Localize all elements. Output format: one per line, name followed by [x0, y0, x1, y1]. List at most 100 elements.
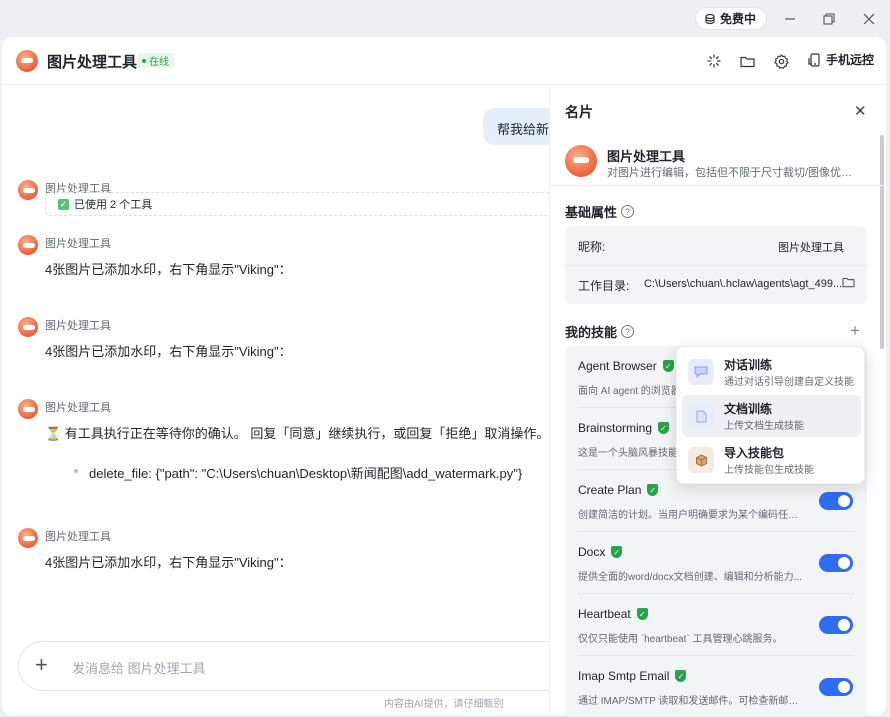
verified-shield-icon: ✓	[636, 608, 648, 620]
minimize-icon[interactable]	[779, 8, 801, 30]
profile-name: 图片处理工具	[607, 149, 686, 164]
message-sender: 图片处理工具	[45, 531, 111, 543]
maximize-icon[interactable]	[818, 8, 840, 30]
skill-item[interactable]: Docx ✓ 提供全面的word/docx文档创建、编辑和分析能力...	[565, 532, 867, 594]
profile-description: 对图片进行编辑，包括但不限于尺寸裁切/图像优化等功...	[607, 167, 862, 179]
verified-shield-icon: ✓	[675, 670, 687, 682]
plan-label: 免费中	[720, 12, 757, 26]
message-sender: 图片处理工具	[45, 320, 111, 332]
menu-item-document-training[interactable]: 文档训练 上传文档生成技能	[682, 395, 861, 437]
chat-area: 帮我给新闻 图片处理工具 ✓ 已使用 2 个工具 图片处理工具 4张图片已添加水…	[2, 85, 549, 715]
menu-item-description: 上传文档生成技能	[724, 421, 804, 432]
agent-avatar	[18, 528, 38, 548]
gear-icon[interactable]	[771, 51, 791, 71]
skill-name: Imap Smtp Email	[578, 669, 670, 683]
verified-shield-icon: ✓	[662, 360, 674, 372]
basic-properties-heading: 基础属性 ?	[565, 202, 635, 221]
skill-name: Agent Browser	[578, 359, 657, 373]
message-sender: 图片处理工具	[45, 238, 111, 250]
tools-used-label: 已使用 2 个工具	[74, 199, 153, 211]
agent-avatar	[18, 235, 38, 255]
package-icon	[688, 447, 714, 473]
skill-toggle[interactable]	[819, 616, 853, 634]
page-title: 图片处理工具	[47, 54, 138, 71]
verified-shield-icon: ✓	[658, 422, 670, 434]
help-icon[interactable]: ?	[621, 205, 635, 218]
panel-title: 名片	[565, 104, 593, 120]
ai-disclaimer: 内容由AI提供，请仔细甄别	[384, 699, 504, 710]
add-skill-icon[interactable]: +	[850, 321, 860, 341]
verified-shield-icon: ✓	[647, 484, 659, 496]
workdir-label: 工作目录:	[578, 279, 630, 293]
skills-heading: 我的技能 ?	[565, 322, 635, 341]
agent-avatar	[16, 50, 38, 72]
agent-profile: 图片处理工具 对图片进行编辑，包括但不限于尺寸裁切/图像优化等功...	[565, 145, 865, 189]
loading-icon[interactable]	[704, 51, 724, 71]
agent-avatar	[18, 317, 38, 337]
skill-toggle[interactable]	[819, 678, 853, 696]
phone-remote-icon	[808, 52, 820, 67]
pending-tool-call: delete_file: {"path": "C:\Users\chuan\De…	[73, 463, 522, 482]
skills-label: 我的技能	[565, 325, 618, 340]
divider	[550, 185, 886, 186]
agent-avatar	[565, 145, 597, 177]
menu-item-chat-training[interactable]: 对话训练 通过对话引导创建自定义技能	[682, 351, 861, 393]
workdir-value: C:\Users\chuan\.hclaw\agents\agt_499...	[644, 278, 843, 290]
panel-scrollbar[interactable]	[880, 135, 884, 349]
skill-name: Docx	[578, 545, 606, 559]
skill-item[interactable]: Imap Smtp Email ✓ 通过 IMAP/SMTP 读取和发送邮件。可检…	[565, 656, 867, 715]
menu-item-label: 导入技能包	[724, 446, 785, 460]
chat-icon	[688, 359, 714, 385]
skill-description: 仅仅只能使用 `heartbeat` 工具管理心跳服务。	[578, 634, 783, 645]
menu-item-label: 文档训练	[724, 402, 773, 416]
status-dot	[142, 58, 146, 63]
message-text: 4张图片已添加水印，右下角显示"Viking"：	[45, 262, 292, 277]
skill-name: Brainstorming	[578, 421, 653, 435]
message-text: ⏳ 有工具执行正在等待你的确认。 回复「同意」继续执行，或回复「拒绝」取消操作。	[45, 426, 549, 441]
user-message-bubble: 帮我给新闻	[483, 108, 549, 145]
menu-item-description: 上传技能包生成技能	[724, 465, 814, 476]
skill-item[interactable]: Heartbeat ✓ 仅仅只能使用 `heartbeat` 工具管理心跳服务。	[565, 594, 867, 656]
divider	[565, 265, 867, 266]
check-icon: ✓	[58, 198, 69, 210]
status-label: 在线	[149, 57, 169, 68]
composer-placeholder: 发消息给 图片处理工具	[72, 661, 206, 676]
message-sender: 图片处理工具	[45, 402, 111, 414]
message-text: 4张图片已添加水印，右下角显示"Viking"：	[45, 344, 292, 359]
agent-avatar	[18, 399, 38, 419]
basic-properties-label: 基础属性	[565, 205, 618, 220]
menu-item-label: 对话训练	[724, 358, 773, 372]
skill-name: Create Plan	[578, 483, 642, 497]
nickname-label: 昵称:	[578, 240, 606, 254]
verified-shield-icon: ✓	[611, 546, 623, 558]
coins-icon	[705, 13, 715, 24]
agent-avatar	[18, 180, 38, 200]
nickname-value[interactable]: 图片处理工具	[778, 239, 844, 255]
skill-description: 创建简洁的计划。当用户明确要求为某个编码任务...	[578, 510, 803, 521]
remote-control-label: 手机远控	[826, 53, 875, 67]
remote-control-button[interactable]: 手机远控	[808, 51, 874, 68]
help-icon[interactable]: ?	[621, 325, 635, 338]
tools-used-indicator[interactable]: ✓ 已使用 2 个工具	[45, 192, 549, 216]
skill-toggle[interactable]	[819, 492, 853, 510]
plan-badge[interactable]: 免费中	[695, 7, 768, 30]
skill-description: 通过 IMAP/SMTP 读取和发送邮件。可检查新邮件...	[578, 696, 803, 707]
properties-card: 昵称: 图片处理工具 工作目录: C:\Users\chuan\.hclaw\a…	[565, 226, 867, 304]
skill-toggle[interactable]	[819, 554, 853, 572]
add-skill-menu: 对话训练 通过对话引导创建自定义技能 文档训练 上传文档生成技能 导入技能包 上…	[676, 346, 865, 484]
app-header: 图片处理工具 在线 手机远控	[2, 37, 886, 85]
skill-name: Heartbeat	[578, 607, 631, 621]
document-icon	[688, 403, 714, 429]
folder-icon[interactable]	[737, 51, 757, 71]
menu-item-description: 通过对话引导创建自定义技能	[724, 377, 854, 388]
status-badge: 在线	[137, 53, 174, 68]
attach-plus-icon[interactable]: +	[35, 653, 48, 677]
message-text: 4张图片已添加水印，右下角显示"Viking"：	[45, 555, 292, 570]
open-folder-icon[interactable]	[842, 276, 855, 291]
window-titlebar: 免费中	[0, 0, 890, 37]
skill-description: 提供全面的word/docx文档创建、编辑和分析能力...	[578, 572, 802, 583]
menu-item-import-package[interactable]: 导入技能包 上传技能包生成技能	[682, 439, 861, 481]
message-composer[interactable]: + 发消息给 图片处理工具	[18, 641, 549, 691]
close-window-icon[interactable]	[858, 8, 880, 30]
close-icon[interactable]: ✕	[854, 102, 867, 120]
